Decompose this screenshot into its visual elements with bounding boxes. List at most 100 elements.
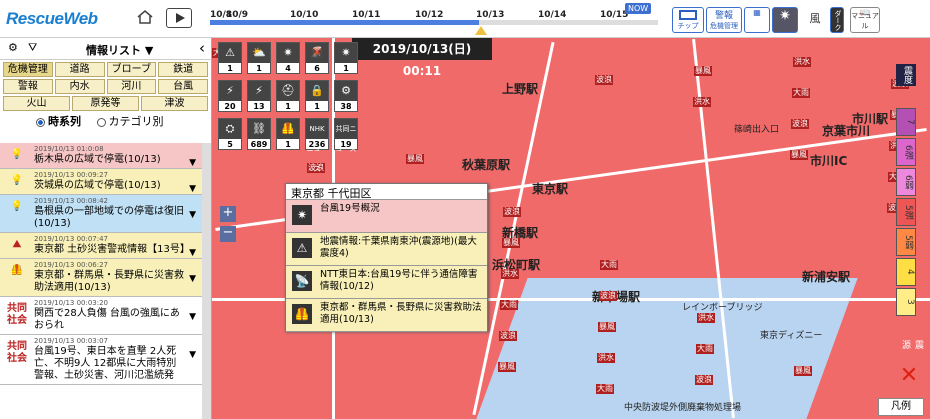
expand-icon[interactable]: ▼ <box>189 247 196 259</box>
panel-title[interactable]: 情報リスト ▼ <box>86 42 153 58</box>
map-warning-label: 波浪 <box>791 119 809 129</box>
bulb-icon: 💡 <box>10 201 24 212</box>
dark-button[interactable]: ダーク <box>830 7 844 33</box>
grid-button[interactable]: ▦ <box>744 7 770 33</box>
timeline-handle[interactable] <box>475 26 487 35</box>
map-warning-label: 波浪 <box>499 331 517 341</box>
timeline[interactable]: 10/8 10/9 10/10 10/11 10/12 10/13 10/14 10/15 N… <box>210 0 658 36</box>
list-item[interactable]: 💡 2019/10/13 00:08:42 島根県の一部地域での停電は復旧(10/1… <box>0 195 202 233</box>
category-count-icon[interactable]: ⛅ 1 <box>247 42 271 74</box>
expand-icon[interactable]: ▼ <box>189 311 196 323</box>
category-0[interactable]: 危機管理 <box>3 62 53 77</box>
expand-icon[interactable]: ▼ <box>189 183 196 195</box>
popup-row[interactable]: 🦺 東京都・群馬県・長野県に災害救助法適用(10/13) <box>286 299 487 332</box>
category-count-icon[interactable]: NHKニュース 236 <box>305 118 329 173</box>
category-count-icon[interactable]: ⛑ 1 <box>276 80 300 112</box>
category-count: 5 <box>227 140 233 149</box>
play-button[interactable] <box>166 8 192 28</box>
map-warning-label: 波浪 <box>599 291 617 301</box>
radio-category[interactable] <box>96 117 106 127</box>
list-item[interactable]: 🦺 2019/10/13 00:06:27 東京都・群馬県・長野県に災害救助法適用(… <box>0 259 202 297</box>
category-count-icon[interactable]: 🦺 1 <box>276 118 300 150</box>
category-4[interactable]: 警報 <box>3 79 53 94</box>
map-warning-label: 暴風 <box>794 366 812 376</box>
popup-row[interactable]: ⚠ 地震情報:千葉県南東沖(震源地)(最大震度4) <box>286 233 487 266</box>
category-count-icon[interactable]: ⚙ 38 <box>334 80 358 112</box>
manual-button[interactable]: 📖 マニュアル <box>850 7 880 33</box>
category-7[interactable]: 台風 <box>158 79 208 94</box>
category-count-icon[interactable]: ✷ 4 <box>276 42 300 74</box>
alert-button[interactable]: 警報 危機管理 <box>706 7 742 33</box>
collapse-icon[interactable]: ‹ <box>199 39 205 57</box>
category-count-icon[interactable]: ⚡ 20 <box>218 80 242 112</box>
category-count-icon[interactable]: ⛭ 5 <box>218 118 242 150</box>
category-count-icon[interactable]: ⛓ 689 <box>247 118 271 150</box>
radio-time[interactable] <box>36 117 45 127</box>
category-count: 20 <box>224 102 236 111</box>
expand-icon[interactable]: ▼ <box>189 157 196 169</box>
category-count: 1 <box>227 64 233 73</box>
map-warning-label: 大雨 <box>600 260 618 270</box>
popup-row[interactable]: ✷ 台風19号概況 <box>286 200 487 233</box>
seismic-level: 6弱 <box>896 168 916 196</box>
expand-icon[interactable]: ▼ <box>189 209 196 221</box>
item-time: 2019/10/13 00:08:42 <box>34 197 109 205</box>
item-text: 島根県の一部地域での停電は復旧(10/13) <box>34 206 184 229</box>
map-place-label: 中央防波堤外側廃棄物処理場 <box>624 403 742 413</box>
item-text: 茨城県の広域で停電(10/13) <box>34 180 161 191</box>
category2-1[interactable]: 原発等 <box>72 96 139 111</box>
category-6[interactable]: 河川 <box>106 79 157 94</box>
timeline-tick: 10/12 <box>415 10 444 20</box>
category-count-icon[interactable]: 🌋 6 <box>305 42 329 74</box>
category2-2[interactable]: 津波 <box>141 96 208 111</box>
map-place-label: 新浦安駅 <box>802 270 851 284</box>
category-count-icon[interactable]: 共同ニュース 19 <box>334 118 358 153</box>
legend-button[interactable]: 凡例 <box>878 398 924 416</box>
timeline-tick: 10/14 <box>538 10 567 20</box>
map-place-label: レインボーブリッジ <box>682 303 763 313</box>
scrollbar[interactable] <box>202 143 211 419</box>
map-warning-label: 波浪 <box>595 75 613 85</box>
seismic-level: 3 <box>896 288 916 316</box>
vest-icon: 🦺 <box>10 265 24 276</box>
typhoon-button[interactable]: ✷ <box>772 7 798 33</box>
now-button[interactable]: NOW <box>625 3 652 14</box>
category-count-icon[interactable]: ✷ 1 <box>334 42 358 74</box>
list-item[interactable]: 共同社会 2019/10/13 00:03:20 関西で28人負傷 台風の強風にあお… <box>0 297 202 335</box>
kyodo-news-icon: 共同社会 <box>7 341 27 364</box>
home-icon[interactable] <box>136 8 154 26</box>
category-count-icon[interactable]: 🔒 1 <box>305 80 329 112</box>
timeline-tick: 10/11 <box>352 10 381 20</box>
close-icon[interactable]: ✕ <box>898 365 920 388</box>
expand-icon[interactable]: ▼ <box>189 349 196 361</box>
zoom-in-button[interactable]: + <box>220 206 236 222</box>
category-count: 6 <box>314 64 320 73</box>
list-item[interactable]: 共同社会 2019/10/13 00:03:07 台風19号、東日本を直撃 2人死亡… <box>0 335 202 385</box>
filter-icon[interactable]: ⛛ <box>28 41 37 55</box>
chip-button[interactable]: チップ <box>672 7 704 33</box>
category-3[interactable]: 鉄道 <box>158 62 208 77</box>
seismic-level: 7 <box>896 108 916 136</box>
zoom-out-button[interactable]: − <box>220 226 236 242</box>
list-item[interactable]: 💡 2019/10/13 01:0:08 栃木県の広域で停電(10/13) ▼ <box>0 143 202 169</box>
category-count-icon[interactable]: ⚠ 1 <box>218 42 242 74</box>
category-2[interactable]: ブローブ <box>106 62 157 77</box>
category-1[interactable]: 道路 <box>54 62 105 77</box>
gear-icon[interactable]: ⚙ <box>8 41 18 54</box>
seismic-level: 6強 <box>896 138 916 166</box>
category-count-icon[interactable]: ⚡ 13 <box>247 80 271 112</box>
seismic-scale: 震度 7 6強 6弱 5強 5弱 4 3 震源 <box>896 64 923 349</box>
category-5[interactable]: 内水 <box>54 79 105 94</box>
expand-icon[interactable]: ▼ <box>189 273 196 285</box>
map-warning-label: 暴風 <box>598 322 616 332</box>
category2-0[interactable]: 火山 <box>3 96 70 111</box>
map-warning-label: 洪水 <box>793 57 811 67</box>
typhoon-icon: ✷ <box>779 8 791 24</box>
list-item[interactable]: 💡 2019/10/13 00:09:27 茨城県の広域で停電(10/13) ▼ <box>0 169 202 195</box>
list-item[interactable]: ⛰ 2019/10/13 00:07:47 東京都 土砂災害警戒情報【13号】 ▼ <box>0 233 202 259</box>
map-warning-label: 暴風 <box>406 154 424 164</box>
popup-row-text: 地震情報:千葉県南東沖(震源地)(最大震度4) <box>320 236 477 259</box>
map-warning-label: 大雨 <box>596 384 614 394</box>
popup-row[interactable]: 📡 NTT東日本:台風19号に伴う通信障害情報(10/12) <box>286 266 487 299</box>
wind-button[interactable]: 風 <box>802 7 828 33</box>
